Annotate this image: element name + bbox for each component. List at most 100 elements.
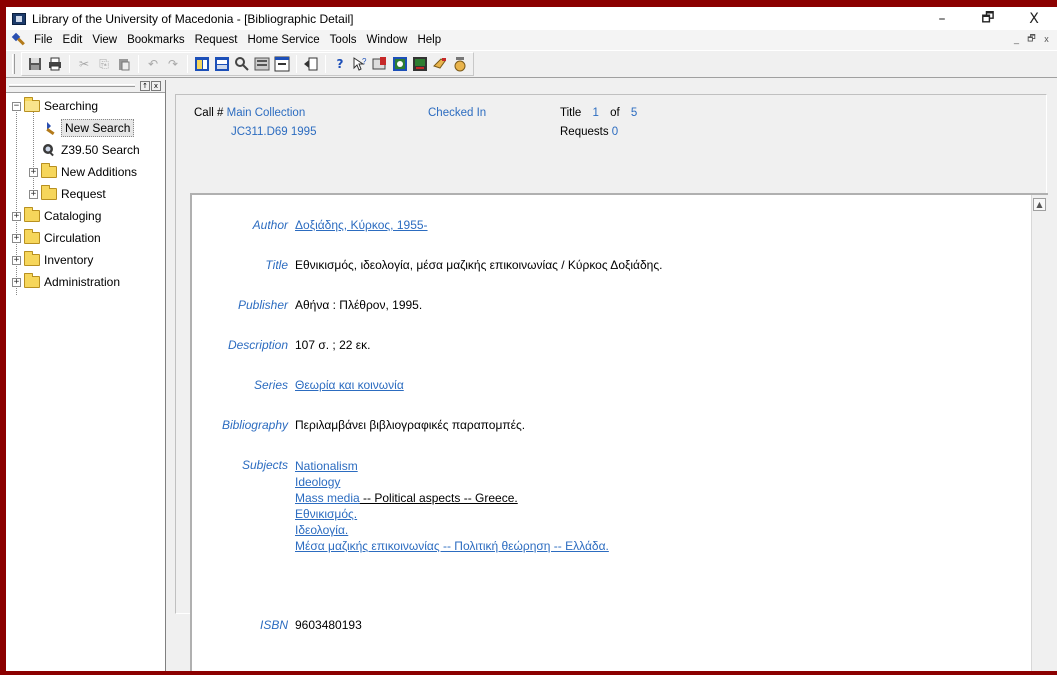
- tree-item-label: Administration: [44, 275, 121, 289]
- hand-icon[interactable]: [431, 55, 449, 73]
- tree-item-circulation[interactable]: + Circulation: [6, 227, 165, 249]
- title-value: Εθνικισμός, ιδεολογία, μέσα μαζικής επικ…: [295, 258, 663, 272]
- capture-icon[interactable]: [391, 55, 409, 73]
- subject-link[interactable]: Ideology: [295, 474, 609, 490]
- folder-icon: [41, 163, 57, 178]
- view-icon-1[interactable]: [193, 55, 211, 73]
- expand-icon[interactable]: +: [29, 189, 38, 199]
- view-icon-3[interactable]: [253, 55, 271, 73]
- paste-icon[interactable]: [115, 55, 133, 73]
- tree-item-searching[interactable]: − Searching: [6, 95, 165, 117]
- tree-item-label: Z39.50 Search: [61, 143, 140, 157]
- requests-count[interactable]: 0: [612, 126, 618, 138]
- tree-item-cataloging[interactable]: + Cataloging: [6, 205, 165, 227]
- tree-item-administration[interactable]: + Administration: [6, 271, 165, 293]
- folder-icon: [24, 273, 40, 288]
- tree-item-label: New Search: [61, 119, 135, 137]
- application-window: Library of the University of Macedonia -…: [6, 7, 1057, 671]
- menu-request[interactable]: Request: [190, 34, 243, 46]
- bibliography-value: Περιλαμβάνει βιβλιογραφικές παραπομπές.: [295, 418, 526, 432]
- series-link[interactable]: Θεωρία και κοινωνία: [295, 378, 404, 392]
- menu-bookmarks[interactable]: Bookmarks: [122, 34, 190, 46]
- author-link[interactable]: Δοξιάδης, Κύρκος, 1955-: [295, 218, 428, 232]
- menu-bar: File Edit View Bookmarks Request Home Se…: [6, 30, 1057, 50]
- toolbar-grip[interactable]: [12, 54, 15, 74]
- expand-icon[interactable]: +: [12, 277, 21, 287]
- restore-button[interactable]: 🗗: [965, 7, 1011, 30]
- title-bar: Library of the University of Macedonia -…: [6, 7, 1057, 30]
- help-icon[interactable]: ?: [331, 55, 349, 73]
- close-button[interactable]: X: [1011, 7, 1057, 30]
- sidebar-close-button[interactable]: x: [151, 81, 161, 91]
- tree-item-new-additions[interactable]: + New Additions: [6, 161, 165, 183]
- menu-window[interactable]: Window: [362, 34, 413, 46]
- tree-item-label: New Additions: [61, 165, 138, 179]
- tree-item-z3950-search[interactable]: Z39.50 Search: [6, 139, 165, 161]
- menu-help[interactable]: Help: [412, 34, 446, 46]
- redo-icon[interactable]: ↷: [164, 55, 182, 73]
- menu-home-service[interactable]: Home Service: [242, 34, 324, 46]
- call-label: Call #: [194, 107, 224, 119]
- subject-link[interactable]: Mass media: [295, 491, 360, 505]
- view-icon-2[interactable]: [213, 55, 231, 73]
- bibliographic-detail-panel: Call # Main Collection JC311.D69 1995 Ch…: [167, 80, 1057, 671]
- subject-link[interactable]: Μέσα μαζικής επικοινωνίας -- Πολιτική θε…: [295, 538, 609, 554]
- mdi-restore-button[interactable]: 🗗: [1025, 32, 1038, 45]
- navigation-sidebar: ↑ x − Searching New Search Z39.50 Search…: [6, 80, 166, 671]
- call-number-row: Call # Main Collection: [194, 107, 305, 119]
- expand-icon[interactable]: +: [29, 167, 38, 177]
- save-icon[interactable]: [26, 55, 44, 73]
- menu-view[interactable]: View: [87, 34, 122, 46]
- info-icon[interactable]: [451, 55, 469, 73]
- whatsthis-icon[interactable]: ?: [351, 55, 369, 73]
- copy-icon[interactable]: ⎘: [95, 55, 113, 73]
- folder-icon: [24, 251, 40, 266]
- undo-icon[interactable]: ↶: [144, 55, 162, 73]
- requests-label: Requests: [560, 126, 609, 138]
- tree-item-label: Cataloging: [44, 209, 102, 223]
- menu-tools[interactable]: Tools: [325, 34, 362, 46]
- vertical-scrollbar[interactable]: ▲: [1031, 195, 1048, 671]
- menu-file[interactable]: File: [29, 34, 58, 46]
- call-number-value: JC311.D69 1995: [231, 126, 317, 138]
- tree-item-request[interactable]: + Request: [6, 183, 165, 205]
- menu-edit[interactable]: Edit: [58, 34, 88, 46]
- title-counter: Title 1 of 5: [560, 107, 637, 119]
- expand-icon[interactable]: +: [12, 233, 21, 243]
- collapse-icon[interactable]: −: [12, 101, 21, 111]
- minimize-button[interactable]: –: [919, 7, 965, 30]
- back-icon[interactable]: [302, 55, 320, 73]
- search-tool-icon[interactable]: [233, 55, 251, 73]
- expand-icon[interactable]: +: [12, 255, 21, 265]
- folder-icon: [41, 185, 57, 200]
- screen-icon[interactable]: [411, 55, 429, 73]
- tree-item-label: Request: [61, 187, 106, 201]
- toolbar: ✂ ⎘ ↶ ↷ ? ?: [6, 50, 1057, 78]
- subject-link[interactable]: Nationalism: [295, 458, 609, 474]
- requests-row: Requests 0: [560, 126, 618, 138]
- scroll-up-icon[interactable]: ▲: [1033, 198, 1046, 211]
- bookmark-icon[interactable]: [371, 55, 389, 73]
- z3950-icon: [41, 143, 57, 157]
- subject-link[interactable]: Εθνικισμός.: [295, 506, 609, 522]
- document-icon[interactable]: [11, 33, 25, 47]
- tree-item-inventory[interactable]: + Inventory: [6, 249, 165, 271]
- mdi-close-button[interactable]: x: [1040, 32, 1053, 45]
- view-icon-4[interactable]: [273, 55, 291, 73]
- window-title: Library of the University of Macedonia -…: [32, 11, 354, 26]
- mdi-minimize-button[interactable]: _: [1010, 32, 1023, 45]
- app-icon: [12, 12, 26, 25]
- subject-subdivision: -- Political aspects -- Greece.: [359, 491, 518, 505]
- print-icon[interactable]: [46, 55, 64, 73]
- publisher-value: Αθήνα : Πλέθρον, 1995.: [295, 298, 423, 312]
- expand-icon[interactable]: +: [12, 211, 21, 221]
- publisher-label: Publisher: [237, 298, 288, 312]
- record-detail: ▲ Author Δοξιάδης, Κύρκος, 1955- Title Ε…: [190, 193, 1048, 671]
- sidebar-header: ↑ x: [6, 80, 165, 93]
- cut-icon[interactable]: ✂: [75, 55, 93, 73]
- tree-item-new-search[interactable]: New Search: [6, 117, 165, 139]
- title-index[interactable]: 1: [593, 107, 599, 119]
- subject-link[interactable]: Ιδεολογία.: [295, 522, 609, 538]
- sidebar-pin-button[interactable]: ↑: [140, 81, 150, 91]
- folder-open-icon: [24, 97, 40, 112]
